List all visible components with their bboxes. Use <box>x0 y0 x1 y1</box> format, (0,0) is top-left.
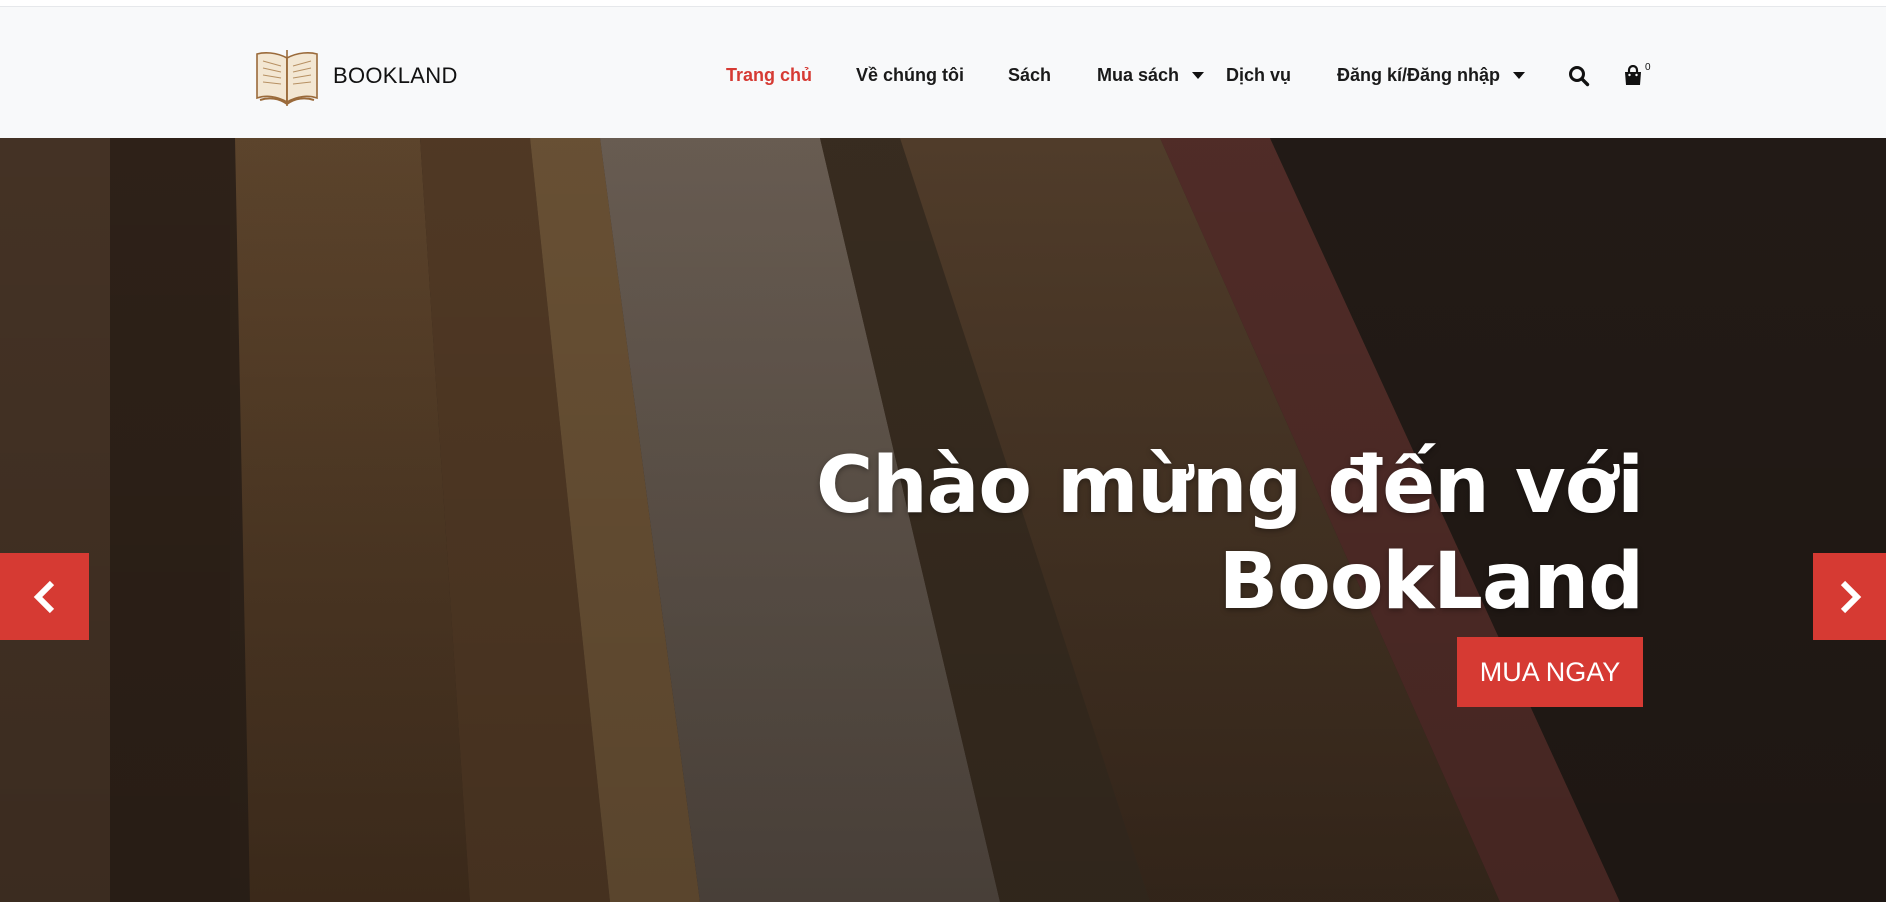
main-nav: Trang chủ Về chúng tôi Sách Mua sách Dịc… <box>0 7 1886 138</box>
nav-item-about[interactable]: Về chúng tôi <box>856 65 964 86</box>
buy-now-button[interactable]: MUA NGAY <box>1457 637 1643 707</box>
nav-item-home[interactable]: Trang chủ <box>726 65 812 86</box>
shopping-bag-icon <box>1625 64 1641 85</box>
caret-down-icon <box>1513 72 1526 79</box>
search-icon <box>1569 66 1590 87</box>
cart-button[interactable] <box>1623 64 1647 89</box>
nav-item-buy-books-label: Mua sách <box>1097 65 1180 85</box>
search-button[interactable] <box>1568 65 1592 89</box>
caret-down-icon <box>1192 72 1205 79</box>
chevron-left-icon <box>33 580 54 613</box>
navbar: BOOKLAND Trang chủ Về chúng tôi Sách Mua… <box>0 7 1886 138</box>
nav-item-account-label: Đăng kí/Đăng nhập <box>1337 65 1501 85</box>
cart-count-badge: 0 <box>1645 62 1651 73</box>
hero-title-line1: Chào mừng đến với <box>815 441 1644 531</box>
hero-title-line2: BookLand <box>1218 537 1644 627</box>
nav-item-account[interactable]: Đăng kí/Đăng nhập <box>1337 65 1526 86</box>
hero-carousel: Chào mừng đến với BookLand MUA NGAY <box>0 138 1886 902</box>
nav-item-buy-books[interactable]: Mua sách <box>1097 65 1205 86</box>
nav-item-books[interactable]: Sách <box>1008 65 1051 86</box>
nav-item-services[interactable]: Dịch vụ <box>1226 65 1291 86</box>
top-border <box>0 0 1886 7</box>
carousel-prev-button[interactable] <box>0 553 89 640</box>
hero-title: Chào mừng đến với BookLand <box>643 438 1644 630</box>
carousel-next-button[interactable] <box>1813 553 1886 640</box>
chevron-right-icon <box>1840 580 1861 613</box>
